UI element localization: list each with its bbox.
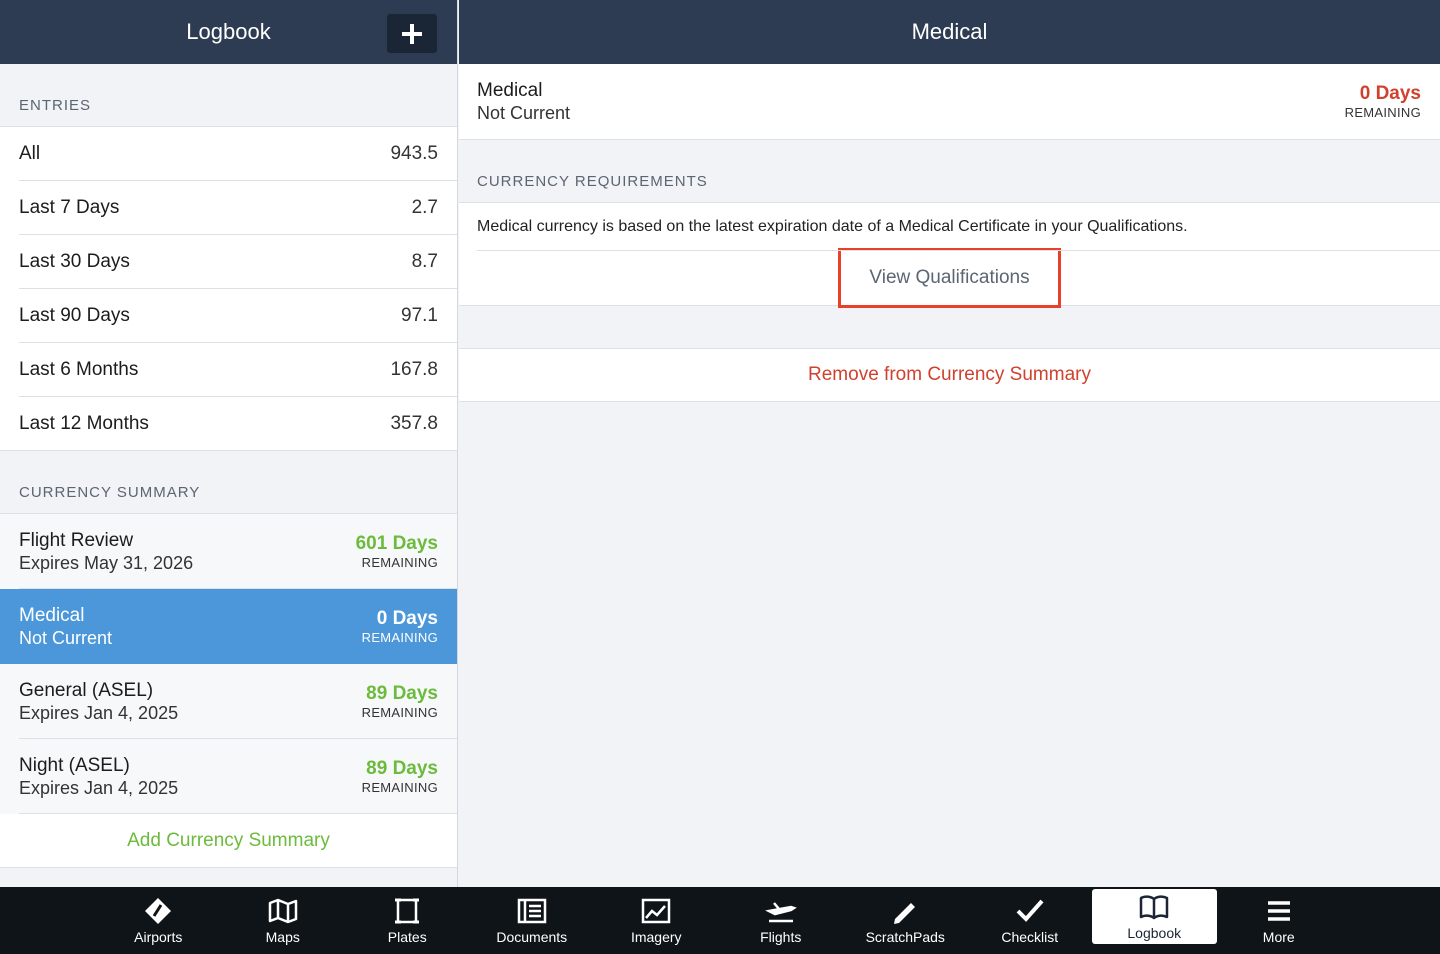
tab-maps[interactable]: Maps	[221, 887, 346, 954]
plates-icon	[395, 898, 420, 923]
tab-label: Checklist	[1001, 928, 1059, 945]
requirements-block: Medical currency is based on the latest …	[459, 203, 1440, 308]
days-remaining: 0 Days	[376, 608, 438, 629]
tab-label: More	[1262, 928, 1295, 945]
tab-label: Maps	[265, 928, 300, 945]
entry-value: 8.7	[411, 251, 438, 272]
tab-label: Flights	[760, 928, 802, 945]
remaining-label: REMAINING	[361, 630, 438, 645]
medical-header: Medical	[459, 0, 1440, 64]
entry-last-7-days[interactable]: Last 7 Days 2.7	[0, 181, 457, 235]
checklist-icon	[1016, 899, 1044, 922]
tab-plates[interactable]: Plates	[345, 887, 470, 954]
detail-status: Not Current	[477, 102, 571, 123]
tab-label: Logbook	[1127, 924, 1182, 941]
logbook-panel: Logbook ENTRIES All 943.5 Last 7 Days 2.…	[0, 0, 458, 887]
detail-remaining-label: REMAINING	[1344, 105, 1421, 120]
entries-list: All 943.5 Last 7 Days 2.7 Last 30 Days 8…	[0, 127, 457, 451]
entry-label: Last 90 Days	[19, 305, 130, 326]
remaining-label: REMAINING	[361, 705, 438, 720]
currency-status: Expires Jan 4, 2025	[19, 702, 179, 723]
entry-label: Last 12 Months	[19, 413, 149, 434]
medical-summary-row: Medical Not Current 0 Days REMAINING	[459, 64, 1440, 140]
tab-label: Airports	[134, 928, 183, 945]
medical-detail-panel: Medical Medical Not Current 0 Days REMAI…	[459, 0, 1440, 887]
currency-status: Expires Jan 4, 2025	[19, 777, 179, 798]
entry-label: Last 7 Days	[19, 197, 120, 218]
currency-status: Not Current	[19, 627, 113, 648]
tab-label: Plates	[387, 928, 427, 945]
detail-days-remaining: 0 Days	[1359, 83, 1421, 104]
entries-section-label: ENTRIES	[0, 64, 457, 127]
airports-icon	[145, 897, 172, 924]
maps-icon	[268, 898, 297, 923]
tab-more[interactable]: More	[1217, 887, 1342, 954]
entry-value: 357.8	[390, 413, 438, 434]
tab-documents[interactable]: Documents	[470, 887, 595, 954]
imagery-icon	[642, 898, 671, 923]
tab-label: Documents	[496, 928, 568, 945]
tab-checklist[interactable]: Checklist	[968, 887, 1093, 954]
currency-name: General (ASEL)	[19, 679, 154, 701]
entry-value: 97.1	[401, 305, 438, 326]
add-currency-summary-button[interactable]: Add Currency Summary	[0, 814, 457, 868]
currency-flight-review[interactable]: Flight Review Expires May 31, 2026 601 D…	[0, 514, 457, 589]
documents-icon	[517, 898, 546, 923]
plus-icon	[402, 23, 422, 44]
currency-name: Medical	[19, 604, 85, 626]
remaining-label: REMAINING	[361, 555, 438, 570]
entry-last-90-days[interactable]: Last 90 Days 97.1	[0, 289, 457, 343]
currency-requirements-label: CURRENCY REQUIREMENTS	[459, 140, 1440, 203]
currency-name: Night (ASEL)	[19, 754, 130, 776]
entry-last-12-months[interactable]: Last 12 Months 357.8	[0, 397, 457, 451]
entry-label: Last 6 Months	[19, 359, 139, 380]
entry-label: Last 30 Days	[19, 251, 130, 272]
currency-general-asel[interactable]: General (ASEL) Expires Jan 4, 2025 89 Da…	[0, 664, 457, 739]
currency-status: Expires May 31, 2026	[19, 552, 194, 573]
entry-all[interactable]: All 943.5	[0, 127, 457, 181]
view-qualifications-button[interactable]: View Qualifications	[838, 248, 1061, 308]
view-qualifications-row: View Qualifications	[459, 248, 1440, 308]
requirements-text: Medical currency is based on the latest …	[459, 203, 1440, 251]
tab-flights[interactable]: Flights	[719, 887, 844, 954]
tab-logbook[interactable]: Logbook	[1092, 889, 1217, 944]
remove-from-currency-summary-button[interactable]: Remove from Currency Summary	[459, 348, 1440, 402]
logbook-icon	[1140, 894, 1169, 919]
entry-last-30-days[interactable]: Last 30 Days 8.7	[0, 235, 457, 289]
tab-label: ScratchPads	[865, 928, 945, 945]
entry-last-6-months[interactable]: Last 6 Months 167.8	[0, 343, 457, 397]
currency-summary-list: Flight Review Expires May 31, 2026 601 D…	[0, 514, 457, 868]
currency-summary-label: CURRENCY SUMMARY	[0, 451, 457, 514]
currency-night-asel[interactable]: Night (ASEL) Expires Jan 4, 2025 89 Days…	[0, 739, 457, 814]
entry-label: All	[19, 143, 41, 164]
flights-icon	[764, 901, 797, 922]
tab-airports[interactable]: Airports	[96, 887, 221, 954]
tab-bar: Airports Maps Plates Documents Imagery F…	[0, 887, 1440, 954]
tab-label: Imagery	[630, 928, 682, 945]
remaining-label: REMAINING	[361, 780, 438, 795]
currency-medical[interactable]: Medical Not Current 0 Days REMAINING	[0, 589, 457, 664]
days-remaining: 89 Days	[366, 758, 438, 779]
entry-value: 2.7	[411, 197, 438, 218]
tab-imagery[interactable]: Imagery	[594, 887, 719, 954]
add-entry-button[interactable]	[387, 14, 437, 53]
days-remaining: 89 Days	[366, 683, 438, 704]
app: Logbook ENTRIES All 943.5 Last 7 Days 2.…	[0, 0, 1440, 954]
tab-scratchpads[interactable]: ScratchPads	[843, 887, 968, 954]
scratchpads-icon	[894, 902, 916, 924]
currency-name: Flight Review	[19, 529, 134, 551]
entry-value: 167.8	[390, 359, 438, 380]
days-remaining: 601 Days	[355, 533, 438, 554]
logbook-title: Logbook	[186, 19, 271, 44]
entry-value: 943.5	[390, 143, 438, 164]
detail-name: Medical	[477, 79, 543, 101]
more-icon	[1267, 900, 1290, 921]
logbook-header: Logbook	[0, 0, 457, 64]
